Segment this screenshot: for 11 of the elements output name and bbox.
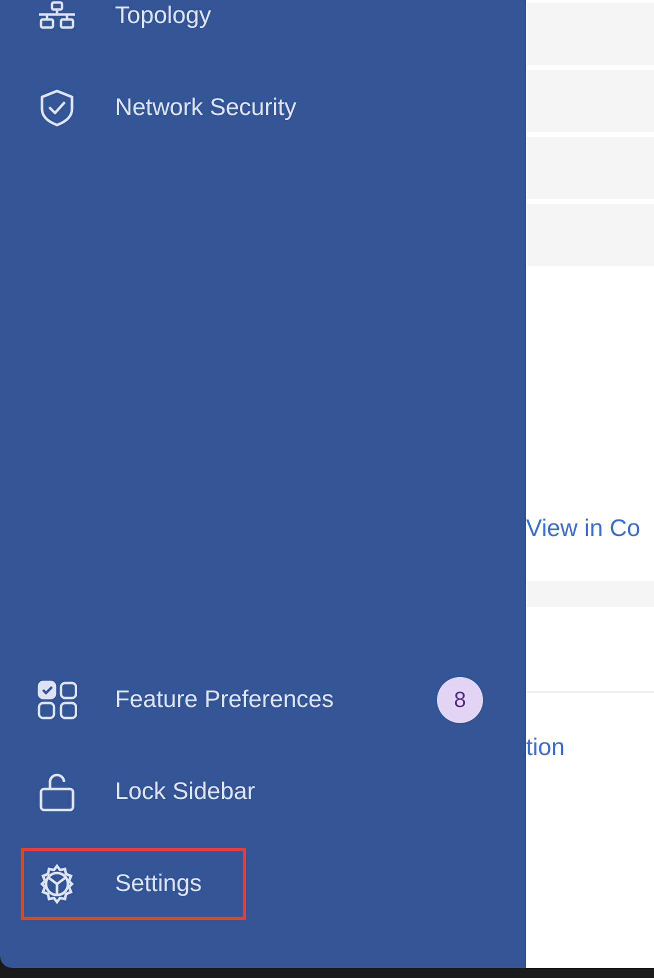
count-badge: 8	[437, 677, 483, 723]
sidebar-item[interactable]: Lock Sidebar	[21, 756, 486, 828]
sidebar-item[interactable]: Settings	[21, 848, 246, 920]
checkbox-grid-icon	[37, 680, 77, 720]
unlocked-padlock-icon	[37, 772, 77, 812]
network-icon	[37, 1, 77, 31]
sidebar-item[interactable]: Feature Preferences 8	[21, 664, 486, 736]
text-link[interactable]: tion	[526, 733, 654, 763]
view-link[interactable]: View in Co	[526, 514, 654, 544]
sidebar-item[interactable]: Network Security	[21, 72, 486, 144]
sidebar-item[interactable]: Topology	[21, 0, 486, 52]
